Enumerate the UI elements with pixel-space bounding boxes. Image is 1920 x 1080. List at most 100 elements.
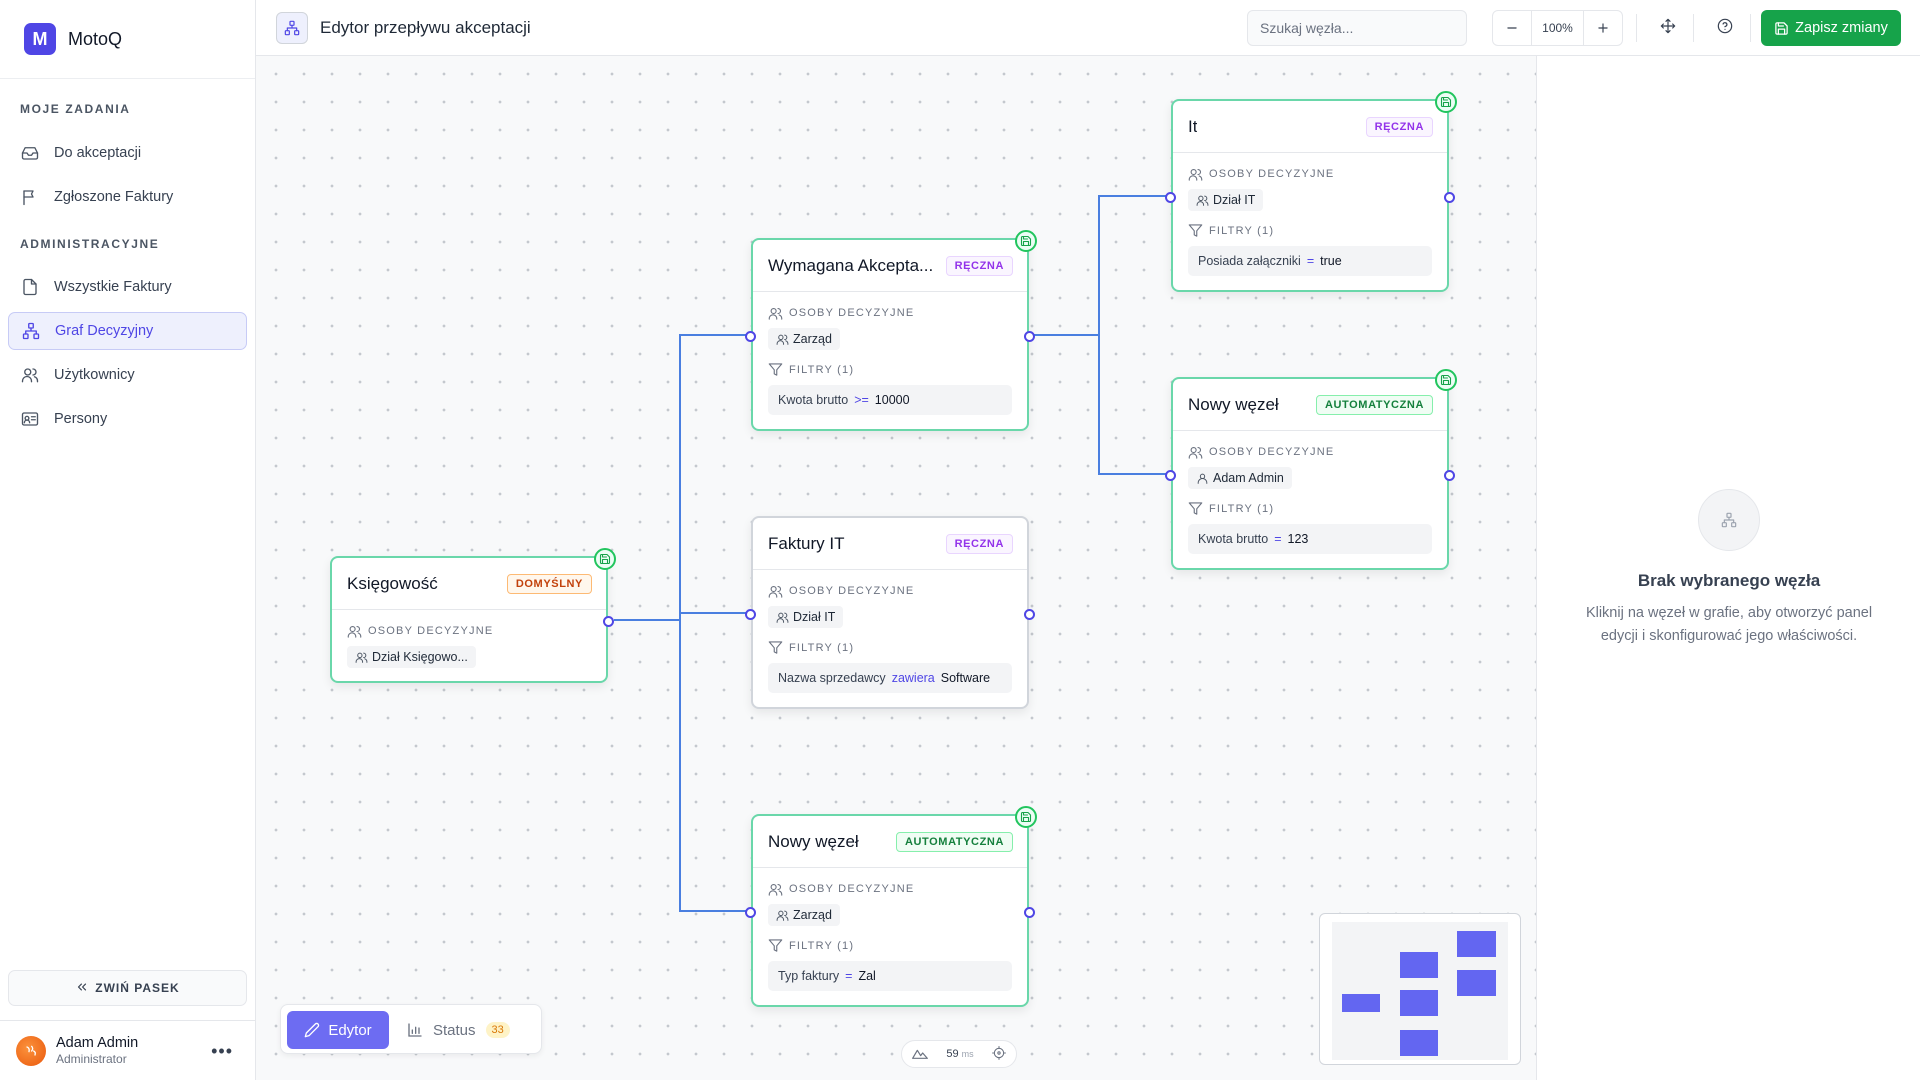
people-label: OSOBY DECYZYJNE bbox=[1209, 168, 1335, 180]
sidebar-item-uzytkownicy[interactable]: Użytkownicy bbox=[8, 356, 247, 394]
minimap-node bbox=[1457, 931, 1496, 957]
node-badge: DOMYŚLNY bbox=[506, 573, 592, 594]
node-wymagana-akceptacja[interactable]: Wymagana Akcepta... RĘCZNA OSOBY DECYZYJ… bbox=[745, 230, 1037, 431]
people-value: Dział Księgowo... bbox=[372, 650, 468, 664]
minimap[interactable] bbox=[1319, 913, 1521, 1065]
node-badge: AUTOMATYCZNA bbox=[1315, 394, 1433, 415]
filter-operator: = bbox=[845, 968, 853, 983]
people-label: OSOBY DECYZYJNE bbox=[1209, 446, 1335, 458]
help-circle-icon bbox=[1717, 18, 1733, 39]
filter-icon bbox=[768, 362, 783, 377]
sidebar-item-graf-decyzyjny[interactable]: Graf Decyzyjny bbox=[8, 312, 247, 350]
edge-wymagana-it bbox=[1034, 195, 1166, 336]
collapse-sidebar-label: ZWIŃ PASEK bbox=[95, 981, 180, 995]
filter-icon bbox=[1188, 501, 1203, 516]
filters-label: FILTRY (1) bbox=[789, 363, 855, 376]
sidebar-item-wszystkie-faktury[interactable]: Wszystkie Faktury bbox=[8, 268, 247, 306]
minimap-node bbox=[1457, 970, 1496, 996]
node-title: It bbox=[1188, 116, 1198, 136]
people-label: OSOBY DECYZYJNE bbox=[368, 625, 494, 637]
fit-view-button[interactable] bbox=[1654, 14, 1682, 42]
output-handle[interactable] bbox=[1444, 192, 1455, 203]
toolbar-divider bbox=[1693, 14, 1694, 42]
people-value: Adam Admin bbox=[1213, 471, 1284, 485]
users-icon bbox=[776, 333, 789, 346]
zoom-level: 100% bbox=[1531, 11, 1584, 45]
zoom-out-button[interactable] bbox=[1493, 11, 1531, 45]
collapse-sidebar-button[interactable]: ZWIŃ PASEK bbox=[8, 970, 247, 1006]
crosshair-icon[interactable] bbox=[992, 1045, 1006, 1063]
output-handle[interactable] bbox=[1024, 331, 1035, 342]
zoom-controls: 100% bbox=[1492, 10, 1623, 46]
filter-condition: Kwota brutto >= 10000 bbox=[768, 384, 1012, 415]
input-handle[interactable] bbox=[1165, 192, 1176, 203]
brand-logo: M bbox=[24, 23, 56, 55]
toolbar-divider bbox=[1750, 14, 1751, 42]
users-icon bbox=[776, 909, 789, 922]
people-chip: Zarząd bbox=[768, 328, 840, 350]
output-handle[interactable] bbox=[1024, 907, 1035, 918]
node-save-icon[interactable] bbox=[1015, 806, 1037, 828]
people-label: OSOBY DECYZYJNE bbox=[789, 883, 915, 895]
performance-indicator: 59 ms bbox=[901, 1040, 1017, 1068]
people-chip: Zarząd bbox=[768, 904, 840, 926]
page-title: Edytor przepływu akceptacji bbox=[320, 18, 531, 37]
people-chip: Dział IT bbox=[1188, 189, 1264, 211]
perf-unit: ms bbox=[961, 1049, 974, 1059]
input-handle[interactable] bbox=[745, 609, 756, 620]
users-icon bbox=[347, 624, 362, 639]
status-mode-label: Status bbox=[433, 1021, 476, 1039]
users-icon bbox=[776, 611, 789, 624]
node-nowy-wezel-bottom[interactable]: Nowy węzeł AUTOMATYCZNA OSOBY DECYZYJNE … bbox=[745, 806, 1037, 1007]
node-save-icon[interactable] bbox=[594, 548, 616, 570]
node-badge: RĘCZNA bbox=[1365, 116, 1433, 137]
brand[interactable]: M MotoQ bbox=[0, 0, 255, 79]
node-faktury-it[interactable]: Faktury IT RĘCZNA OSOBY DECYZYJNE Dział … bbox=[745, 516, 1035, 709]
sidebar-item-label: Graf Decyzyjny bbox=[55, 323, 154, 339]
status-mode-button[interactable]: Status 33 bbox=[407, 1011, 510, 1049]
sidebar-item-zgloszone-faktury[interactable]: Zgłoszone Faktury bbox=[8, 178, 247, 216]
id-card-icon bbox=[20, 409, 40, 429]
node-badge: RĘCZNA bbox=[945, 533, 1013, 554]
filter-icon bbox=[1188, 223, 1203, 238]
sidebar-item-persony[interactable]: Persony bbox=[8, 400, 247, 438]
users-icon bbox=[768, 584, 783, 599]
more-options-icon[interactable]: ••• bbox=[211, 1041, 233, 1062]
people-label: OSOBY DECYZYJNE bbox=[789, 585, 915, 597]
filter-condition: Typ faktury = Zal bbox=[768, 960, 1012, 991]
minimap-node bbox=[1400, 990, 1438, 1016]
output-handle[interactable] bbox=[1444, 470, 1455, 481]
node-it[interactable]: It RĘCZNA OSOBY DECYZYJNE Dział IT FILTR… bbox=[1165, 91, 1457, 292]
output-handle[interactable] bbox=[1024, 609, 1035, 620]
filter-value: Zal bbox=[858, 968, 876, 983]
help-button[interactable] bbox=[1711, 14, 1739, 42]
user-icon bbox=[1196, 472, 1209, 485]
user-block[interactable]: Adam Admin Administrator ••• bbox=[0, 1020, 255, 1080]
avatar bbox=[16, 1035, 46, 1066]
brand-name: MotoQ bbox=[68, 28, 123, 49]
input-handle[interactable] bbox=[745, 331, 756, 342]
sidebar-item-do-akceptacji[interactable]: Do akceptacji bbox=[8, 134, 247, 172]
sidebar: M MotoQ MOJE ZADANIA Do akceptacji Zgłos… bbox=[0, 0, 256, 1080]
mountain-icon bbox=[912, 1046, 928, 1063]
filter-icon bbox=[768, 640, 783, 655]
node-save-icon[interactable] bbox=[1435, 91, 1457, 113]
filter-field: Nazwa sprzedawcy bbox=[778, 670, 886, 685]
zoom-in-button[interactable] bbox=[1584, 11, 1622, 45]
input-handle[interactable] bbox=[745, 907, 756, 918]
people-value: Dział IT bbox=[793, 610, 836, 624]
minimap-viewport bbox=[1332, 922, 1508, 1060]
search-input[interactable] bbox=[1247, 10, 1467, 46]
input-handle[interactable] bbox=[1165, 470, 1176, 481]
node-save-icon[interactable] bbox=[1015, 230, 1037, 252]
node-ksiegowosc[interactable]: Księgowość DOMYŚLNY OSOBY DECYZYJNE Dzia… bbox=[330, 548, 616, 683]
filters-label: FILTRY (1) bbox=[1209, 224, 1275, 237]
output-handle[interactable] bbox=[603, 616, 614, 627]
flow-canvas[interactable]: Księgowość DOMYŚLNY OSOBY DECYZYJNE Dzia… bbox=[256, 56, 1536, 1080]
editor-mode-button[interactable]: Edytor bbox=[287, 1011, 389, 1049]
save-button[interactable]: Zapisz zmiany bbox=[1761, 10, 1901, 46]
node-save-icon[interactable] bbox=[1435, 369, 1457, 391]
node-nowy-wezel-right[interactable]: Nowy węzeł AUTOMATYCZNA OSOBY DECYZYJNE … bbox=[1165, 369, 1457, 570]
sidebar-item-label: Użytkownicy bbox=[54, 367, 135, 383]
users-icon bbox=[768, 882, 783, 897]
